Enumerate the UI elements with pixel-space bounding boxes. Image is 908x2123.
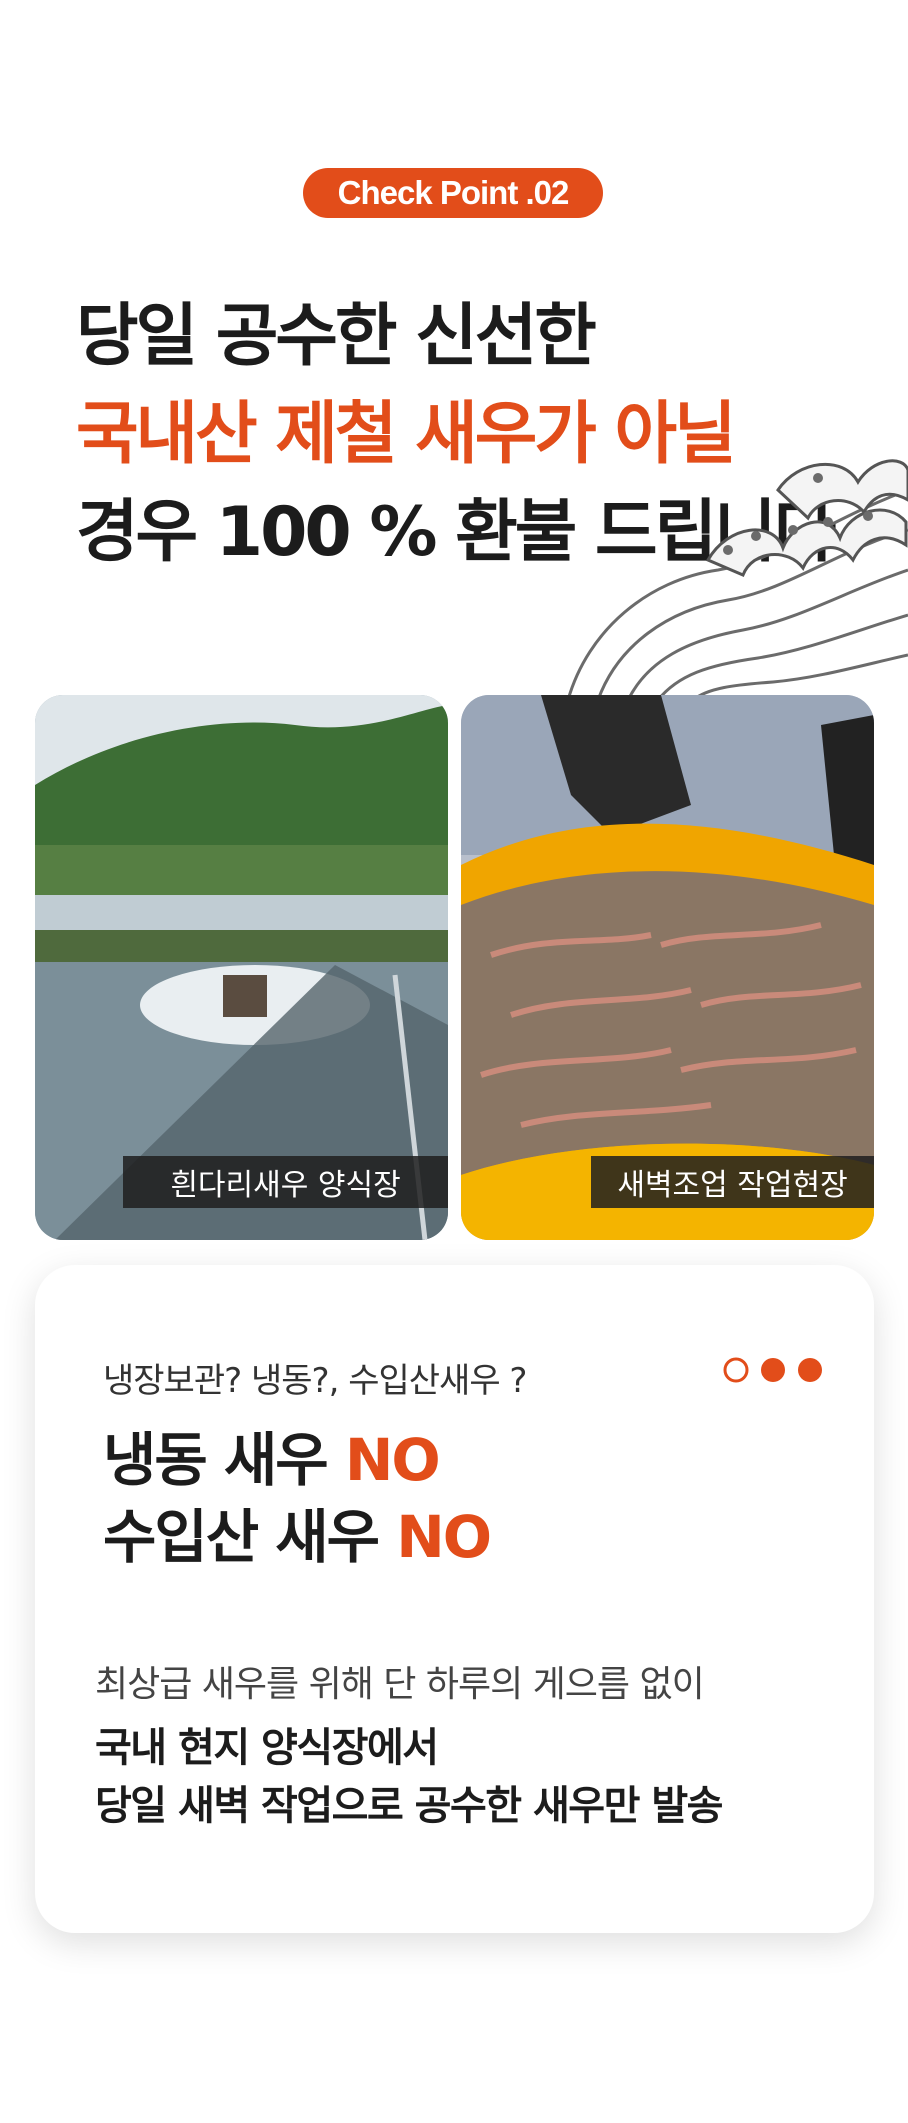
body-line1: 국내 현지 양식장에서 [95, 1725, 439, 1771]
no-frozen-line: 냉동 새우 NO [103, 1413, 441, 1497]
wave-illustration-icon [566, 459, 908, 702]
shrimp-farm-photo: 흰다리새우 양식장 [35, 695, 448, 1240]
info-card: 냉장보관? 냉동?, 수입산새우 ? 냉동 새우 NO 수입산 새우 NO 최상… [35, 1265, 874, 1933]
body-line2: 당일 새벽 작업으로 공수한 새우만 발송 [95, 1783, 723, 1829]
question-text: 냉장보관? 냉동?, 수입산새우 ? [103, 1361, 527, 1401]
dawn-fishing-photo: 새벽조업 작업현장 [461, 695, 874, 1240]
progress-dots-icon [723, 1357, 822, 1383]
shrimp-farm-caption: 흰다리새우 양식장 [123, 1156, 448, 1208]
subtext: 최상급 새우를 위해 단 하루의 게으름 없이 [95, 1664, 705, 1705]
no-import-text: 수입산 새우 [103, 1503, 397, 1571]
check-point-badge: Check Point .02 [303, 168, 603, 218]
no-frozen-accent: NO [344, 1426, 441, 1494]
no-import-line: 수입산 새우 NO [103, 1490, 492, 1574]
no-import-accent: NO [396, 1503, 492, 1571]
dawn-fishing-caption: 새벽조업 작업현장 [591, 1156, 874, 1208]
no-frozen-text: 냉동 새우 [103, 1426, 345, 1494]
headline-line1: 당일 공수한 신선한 [76, 297, 597, 376]
